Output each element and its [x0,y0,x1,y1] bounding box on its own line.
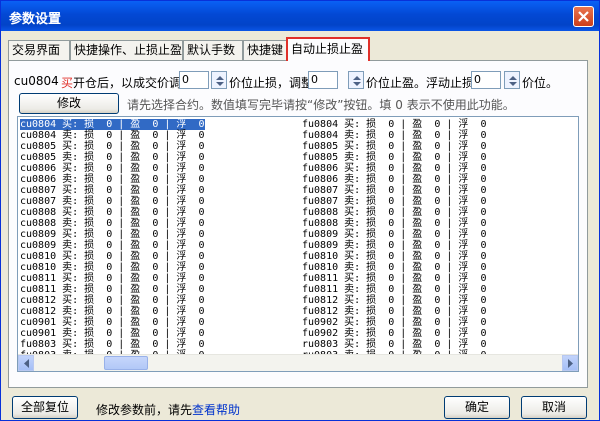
footer-note-text: 修改参数前，请先 [96,403,193,417]
list-item[interactable]: cu0807 买: 损 0 | 盈 0 | 浮 0 [20,185,205,196]
list-item[interactable]: fu0809 卖: 损 0 | 盈 0 | 浮 0 [302,240,487,251]
list-item[interactable]: fu0807 卖: 损 0 | 盈 0 | 浮 0 [302,196,487,207]
list-item[interactable]: cu0901 卖: 损 0 | 盈 0 | 浮 0 [20,328,205,339]
list-item[interactable]: fu0808 卖: 损 0 | 盈 0 | 浮 0 [302,218,487,229]
float-stop-input[interactable]: 0 [471,71,501,89]
list-item[interactable]: fu0805 卖: 损 0 | 盈 0 | 浮 0 [302,152,487,163]
list-item[interactable]: cu0805 卖: 损 0 | 盈 0 | 浮 0 [20,152,205,163]
modify-button[interactable]: 修改 [19,93,119,114]
list-item[interactable]: cu0811 卖: 损 0 | 盈 0 | 浮 0 [20,284,205,295]
spin-updown-icon [216,76,224,86]
arrow-left-icon [24,359,29,368]
ok-button[interactable]: 确定 [444,396,510,419]
list-item[interactable]: cu0812 卖: 损 0 | 盈 0 | 浮 0 [20,306,205,317]
list-item[interactable]: fu0811 卖: 损 0 | 盈 0 | 浮 0 [302,284,487,295]
list-item[interactable]: ru0803 买: 损 0 | 盈 0 | 浮 0 [302,339,487,350]
footer-note: 修改参数前，请先查看帮助 [96,401,240,418]
list-item[interactable]: fu0810 买: 损 0 | 盈 0 | 浮 0 [302,251,487,262]
list-item[interactable]: cu0806 卖: 损 0 | 盈 0 | 浮 0 [20,174,205,185]
reset-all-button[interactable]: 全部复位 [12,396,78,419]
contract-list-left-column: cu0804 买: 损 0 | 盈 0 | 浮 0 cu0804 卖: 损 0 |… [20,119,205,361]
contract-label: cu0804 [14,74,59,88]
spin-updown-icon [509,76,517,86]
tab-quick-ops[interactable]: 快捷操作、止损止盈 [70,40,183,60]
list-item[interactable]: fu0810 卖: 损 0 | 盈 0 | 浮 0 [302,262,487,273]
list-item[interactable]: fu0804 买: 损 0 | 盈 0 | 浮 0 [302,119,487,130]
window-title: 参数设置 [9,12,62,27]
adjust-label: 开仓后，以成交价调整 [73,76,194,90]
list-item[interactable]: cu0804 卖: 损 0 | 盈 0 | 浮 0 [20,130,205,141]
list-item[interactable]: fu0807 买: 损 0 | 盈 0 | 浮 0 [302,185,487,196]
takeprofit-label: 价位止盈。浮动止损为 [366,76,487,90]
list-item[interactable]: cu0901 买: 损 0 | 盈 0 | 浮 0 [20,317,205,328]
tab-hotkeys[interactable]: 快捷键 [243,40,289,60]
list-item[interactable]: cu0810 卖: 损 0 | 盈 0 | 浮 0 [20,262,205,273]
takeprofit-input[interactable]: 0 [308,71,338,89]
spin-updown-icon [353,76,361,86]
close-button[interactable] [573,6,594,27]
tab-default-lots[interactable]: 默认手数 [183,40,243,60]
tab-auto-stop[interactable]: 自动止损止盈 [286,37,370,61]
list-item[interactable]: cu0806 买: 损 0 | 盈 0 | 浮 0 [20,163,205,174]
list-item[interactable]: cu0808 买: 损 0 | 盈 0 | 浮 0 [20,207,205,218]
list-item[interactable]: fu0811 买: 损 0 | 盈 0 | 浮 0 [302,273,487,284]
list-item[interactable]: cu0812 买: 损 0 | 盈 0 | 浮 0 [20,295,205,306]
hint-text: 请先选择合约。数值填写完毕请按“修改”按钮。填 0 表示不使用此功能。 [127,98,515,112]
list-item[interactable]: fu0805 买: 损 0 | 盈 0 | 浮 0 [302,141,487,152]
arrow-right-icon [568,359,573,368]
float-stop-spinner[interactable] [504,71,520,89]
scroll-thumb[interactable] [104,356,148,370]
list-item[interactable]: fu0812 买: 损 0 | 盈 0 | 浮 0 [302,295,487,306]
scroll-left-button[interactable] [18,355,34,371]
stoploss-input[interactable]: 0 [179,71,209,89]
list-item[interactable]: cu0809 卖: 损 0 | 盈 0 | 浮 0 [20,240,205,251]
tab-trading-ui[interactable]: 交易界面 [8,40,70,60]
cancel-button[interactable]: 取消 [521,396,587,419]
list-item[interactable]: fu0902 卖: 损 0 | 盈 0 | 浮 0 [302,328,487,339]
direction-label: 买 [61,76,74,90]
list-item[interactable]: fu0803 买: 损 0 | 盈 0 | 浮 0 [20,339,205,350]
list-item[interactable]: fu0806 卖: 损 0 | 盈 0 | 浮 0 [302,174,487,185]
list-item[interactable]: fu0808 买: 损 0 | 盈 0 | 浮 0 [302,207,487,218]
takeprofit-spinner[interactable] [348,71,364,89]
list-item[interactable]: cu0804 买: 损 0 | 盈 0 | 浮 0 [20,119,205,130]
help-link[interactable]: 查看帮助 [192,403,240,417]
horizontal-scrollbar[interactable] [18,354,578,371]
float-stop-label: 价位。 [522,76,559,90]
list-item[interactable]: cu0808 卖: 损 0 | 盈 0 | 浮 0 [20,218,205,229]
list-item[interactable]: fu0809 买: 损 0 | 盈 0 | 浮 0 [302,229,487,240]
list-item[interactable]: fu0812 卖: 损 0 | 盈 0 | 浮 0 [302,306,487,317]
close-icon [578,11,589,22]
contract-list-right-column: fu0804 买: 损 0 | 盈 0 | 浮 0 fu0804 卖: 损 0 |… [302,119,487,361]
stoploss-label: 价位止损，调整 [229,76,314,90]
list-item[interactable]: cu0807 卖: 损 0 | 盈 0 | 浮 0 [20,196,205,207]
list-item[interactable]: cu0805 买: 损 0 | 盈 0 | 浮 0 [20,141,205,152]
list-item[interactable]: cu0810 买: 损 0 | 盈 0 | 浮 0 [20,251,205,262]
list-item[interactable]: fu0902 买: 损 0 | 盈 0 | 浮 0 [302,317,487,328]
scroll-right-button[interactable] [562,355,578,371]
list-item[interactable]: cu0811 买: 损 0 | 盈 0 | 浮 0 [20,273,205,284]
list-item[interactable]: cu0809 买: 损 0 | 盈 0 | 浮 0 [20,229,205,240]
stoploss-spinner[interactable] [211,71,227,89]
contract-list[interactable]: cu0804 买: 损 0 | 盈 0 | 浮 0 cu0804 卖: 损 0 |… [17,116,579,372]
list-item[interactable]: fu0806 买: 损 0 | 盈 0 | 浮 0 [302,163,487,174]
list-item[interactable]: fu0804 卖: 损 0 | 盈 0 | 浮 0 [302,130,487,141]
title-bar[interactable]: 参数设置 [1,1,599,31]
